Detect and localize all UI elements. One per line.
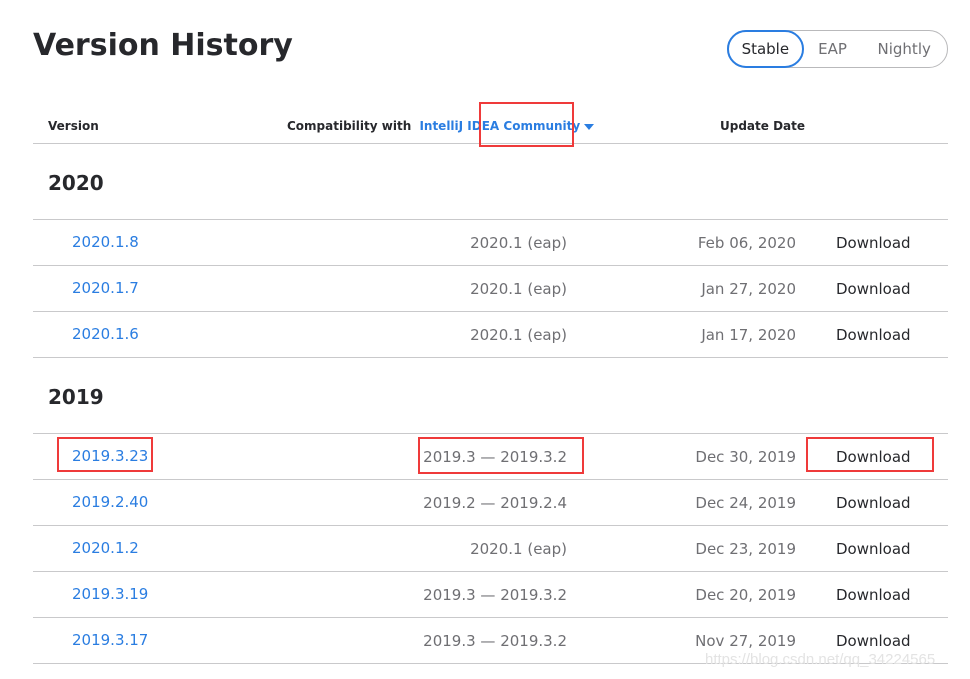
version-link[interactable]: 2020.1.8	[72, 233, 139, 251]
compatibility-range: 2020.1 (eap)	[470, 234, 567, 252]
table-row: 2020.1.2 2020.1 (eap) Dec 23, 2019 Download	[33, 526, 948, 572]
page-title: Version History	[33, 28, 293, 63]
update-date: Dec 24, 2019	[695, 494, 796, 512]
channel-stable-button[interactable]: Stable	[727, 30, 804, 68]
table-header: Version Compatibility with IntelliJ IDEA…	[33, 100, 948, 144]
download-link[interactable]: Download	[836, 632, 911, 650]
compatibility-range: 2020.1 (eap)	[470, 326, 567, 344]
download-link[interactable]: Download	[836, 494, 911, 512]
download-link[interactable]: Download	[836, 586, 911, 604]
year-heading: 2020	[33, 144, 948, 220]
channel-eap-button[interactable]: EAP	[804, 30, 862, 68]
version-groups: 2020 2020.1.8 2020.1 (eap) Feb 06, 2020 Down…	[33, 144, 948, 664]
download-link[interactable]: Download	[836, 540, 911, 558]
channel-switch: Stable EAP Nightly	[727, 30, 948, 68]
table-row: 2020.1.8 2020.1 (eap) Feb 06, 2020 Download	[33, 220, 948, 266]
update-date: Jan 17, 2020	[701, 326, 796, 344]
edition-dropdown[interactable]: Community	[503, 119, 595, 133]
compatibility-range: 2020.1 (eap)	[470, 540, 567, 558]
table-row: 2019.2.40 2019.2 — 2019.2.4 Dec 24, 2019 Do…	[33, 480, 948, 526]
product-selector[interactable]: IntelliJ IDEA	[419, 119, 499, 133]
header-compat-prefix: Compatibility with	[287, 119, 412, 133]
version-link[interactable]: 2019.3.17	[72, 631, 148, 649]
version-link[interactable]: 2019.2.40	[72, 493, 148, 511]
edition-label: Community	[503, 119, 581, 133]
header-update-date: Update Date	[720, 119, 806, 133]
download-link[interactable]: Download	[836, 326, 911, 344]
compatibility-range: 2020.1 (eap)	[470, 280, 567, 298]
update-date: Jan 27, 2020	[701, 280, 796, 298]
year-label: 2020	[48, 171, 104, 195]
update-date: Nov 27, 2019	[695, 632, 796, 650]
download-link[interactable]: Download	[836, 448, 911, 466]
table-row: 2019.3.23 2019.3 — 2019.3.2 Dec 30, 2019 Do…	[33, 434, 948, 480]
update-date: Dec 30, 2019	[695, 448, 796, 466]
version-link[interactable]: 2020.1.2	[72, 539, 139, 557]
header-version: Version	[48, 119, 99, 133]
download-link[interactable]: Download	[836, 280, 911, 298]
table-row: 2020.1.7 2020.1 (eap) Jan 27, 2020 Download	[33, 266, 948, 312]
compatibility-range: 2019.3 — 2019.3.2	[423, 632, 567, 650]
table-row: 2019.3.19 2019.3 — 2019.3.2 Dec 20, 2019 Do…	[33, 572, 948, 618]
compatibility-range: 2019.2 — 2019.2.4	[423, 494, 567, 512]
compatibility-range: 2019.3 — 2019.3.2	[423, 586, 567, 604]
update-date: Dec 23, 2019	[695, 540, 796, 558]
compatibility-range: 2019.3 — 2019.3.2	[423, 448, 567, 466]
version-link[interactable]: 2019.3.23	[72, 447, 148, 465]
year-heading: 2019	[33, 358, 948, 434]
table-row: 2020.1.6 2020.1 (eap) Jan 17, 2020 Download	[33, 312, 948, 358]
version-link[interactable]: 2019.3.19	[72, 585, 148, 603]
watermark: https://blog.csdn.net/qq_34224565	[705, 651, 936, 668]
header-compatibility: Compatibility with IntelliJ IDEA Communi…	[287, 119, 595, 133]
version-link[interactable]: 2020.1.6	[72, 325, 139, 343]
year-label: 2019	[48, 385, 104, 409]
update-date: Feb 06, 2020	[697, 234, 796, 252]
channel-nightly-button[interactable]: Nightly	[861, 30, 947, 68]
version-link[interactable]: 2020.1.7	[72, 279, 139, 297]
download-link[interactable]: Download	[836, 234, 911, 252]
version-table: Version Compatibility with IntelliJ IDEA…	[33, 100, 948, 664]
update-date: Dec 20, 2019	[695, 586, 796, 604]
caret-down-icon	[584, 123, 595, 130]
